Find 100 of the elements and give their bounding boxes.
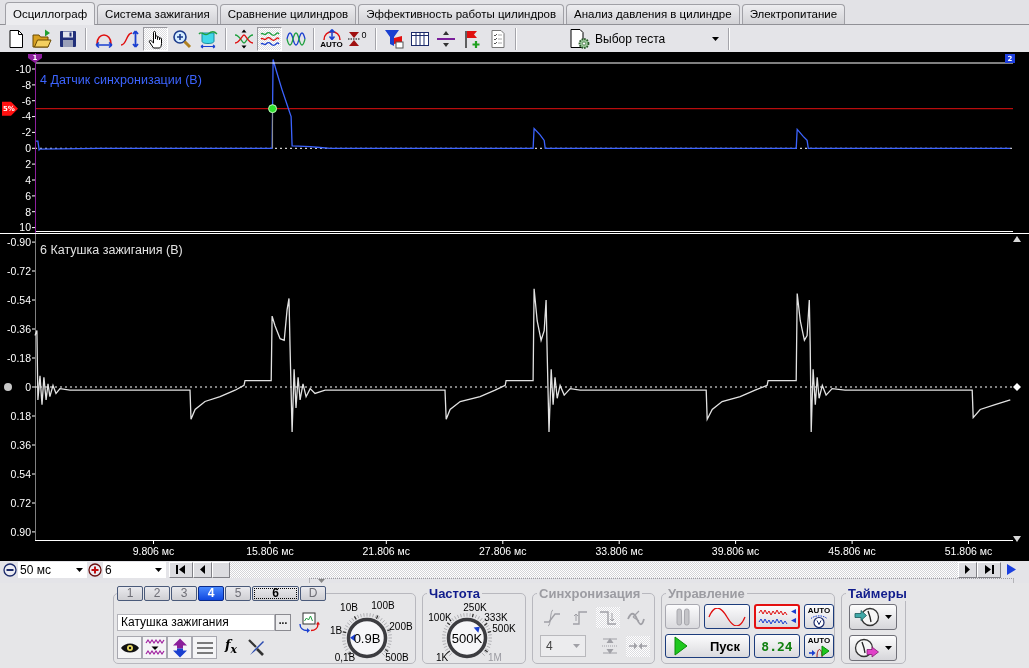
scroll-end-button[interactable] xyxy=(977,561,1001,578)
arc-vertical-arrow-icon xyxy=(321,28,342,40)
tab[interactable]: Анализ давления в цилиндре xyxy=(566,4,740,24)
tool-button[interactable] xyxy=(117,636,142,659)
toolbar-button[interactable] xyxy=(143,26,168,51)
clock-arrow-icon xyxy=(854,607,880,627)
tab[interactable]: Система зажигания xyxy=(97,4,218,24)
scale-label: 500В xyxy=(385,651,409,663)
scale-label: 500K xyxy=(492,622,516,634)
monitor-arrows-icon xyxy=(298,611,320,634)
curve-arrow-icon xyxy=(119,28,140,49)
scale-label: 1В xyxy=(329,624,343,636)
offset-marker-icon[interactable] xyxy=(4,383,12,391)
y-axis-label: 4 xyxy=(25,173,31,186)
toolbar-button[interactable]: AUTO xyxy=(319,26,344,51)
y-axis-label: 6 xyxy=(25,189,31,202)
gauge-icon xyxy=(809,614,829,628)
scale-label: 1M xyxy=(488,651,502,663)
noise-waves-icon xyxy=(757,606,797,627)
y-axis-label: 8 xyxy=(25,205,31,218)
scale-label: 250K xyxy=(463,601,487,613)
pause-icon xyxy=(675,606,690,627)
tools-icon xyxy=(246,637,266,658)
x-axis-label: 33.806 мс xyxy=(595,545,643,557)
caret-icon xyxy=(885,646,892,650)
x-axis-label: 15.806 мс xyxy=(246,545,294,557)
scale-label: 200В xyxy=(389,620,413,632)
test-select-dropdown[interactable]: Выбор теста xyxy=(521,26,724,51)
clock-arrow-icon xyxy=(854,638,880,658)
group-title: Управление xyxy=(667,586,746,601)
funnel-icon xyxy=(383,28,404,49)
y-axis-label: 0.72 xyxy=(10,496,31,509)
tab[interactable]: Электропитание xyxy=(741,4,846,24)
group-title: Синхронизация xyxy=(538,586,642,601)
channel-name-field[interactable]: Катушка зажигания xyxy=(117,614,275,631)
dial-value: 0.9В xyxy=(353,630,381,646)
folder-icon xyxy=(31,28,52,49)
timer-button[interactable] xyxy=(849,635,897,661)
slope-icon xyxy=(542,607,562,628)
browse-button[interactable]: ... xyxy=(275,614,291,631)
timebase-dropdown[interactable]: 50 мс xyxy=(18,561,87,578)
scale-label: 333K xyxy=(484,611,508,623)
play-icon xyxy=(1006,564,1016,575)
triangle-right-icon xyxy=(965,565,970,574)
y-axis-label: -4 xyxy=(21,110,31,123)
channel-button[interactable]: 4 xyxy=(198,586,224,601)
x-axis-label: 45.806 мс xyxy=(828,545,876,557)
scale-label: 10В xyxy=(340,601,358,613)
x-axis-label: 21.806 мс xyxy=(362,545,411,557)
arrow-play-icon xyxy=(808,644,830,657)
sine-wave-icon xyxy=(707,607,747,626)
y-axis-label: -6 xyxy=(21,94,31,107)
tool-button[interactable] xyxy=(167,636,192,659)
channel-label: 6 Катушка зажигания (В) xyxy=(40,243,183,257)
triangle-left-icon xyxy=(200,565,205,574)
y-axis-label: -0.72 xyxy=(7,264,31,277)
caret-icon xyxy=(155,567,162,572)
skip-start-icon xyxy=(176,565,186,574)
crossing-waves-icon xyxy=(233,28,254,49)
scrollbar-thumb[interactable] xyxy=(212,561,230,578)
scale-label: 100K xyxy=(428,611,452,623)
dial-value: 500K xyxy=(451,630,483,646)
y-axis-label: -0.18 xyxy=(7,351,31,364)
scroll-right-button[interactable] xyxy=(958,561,977,578)
play-icon xyxy=(674,636,688,656)
scroll-up-icon[interactable] xyxy=(1013,236,1021,242)
tool-button[interactable]: f$_{x}$ xyxy=(220,636,242,659)
x-axis-label: 39.806 мс xyxy=(711,545,760,557)
scroll-down-icon[interactable] xyxy=(1013,536,1021,542)
tab[interactable]: Эффективность работы цилиндров xyxy=(358,4,565,24)
x-axis-label: 9.806 мс xyxy=(132,545,175,557)
scale-label: 1K xyxy=(435,651,449,663)
y-axis-label: -10 xyxy=(15,62,31,75)
y-axis-label: 0 xyxy=(25,380,31,393)
expand-arrows-icon xyxy=(600,636,620,656)
toolbar-button[interactable]: 0 xyxy=(345,26,370,51)
caret-icon xyxy=(573,644,580,648)
zero-level-icon[interactable] xyxy=(1013,383,1021,391)
trigger-point-icon[interactable] xyxy=(268,104,278,114)
y-axis-label: 0.36 xyxy=(10,438,31,451)
tab[interactable]: Осциллограф xyxy=(5,2,96,25)
tab[interactable]: Сравнение цилиндров xyxy=(219,4,357,24)
group-title: Частота xyxy=(428,586,481,601)
y-axis-label: 0.90 xyxy=(10,525,31,538)
caret-icon xyxy=(76,567,83,572)
y-axis-label: 2 xyxy=(25,157,31,170)
skip-end-icon xyxy=(984,565,994,574)
timer-button[interactable] xyxy=(849,604,897,630)
cursor-line[interactable] xyxy=(35,53,36,233)
channel-dropdown[interactable]: 6 xyxy=(103,561,166,578)
wave-bracket-icon xyxy=(197,28,218,49)
group-title: Таймеры xyxy=(847,586,908,601)
y-axis-label: -2 xyxy=(21,126,31,139)
y-axis-label: 0 xyxy=(25,142,31,155)
y-axis-label: -0.90 xyxy=(7,235,31,248)
caret-icon xyxy=(712,36,719,41)
y-axis-label: 10 xyxy=(19,221,31,233)
scroll-left-button[interactable] xyxy=(193,561,212,578)
zoom-in-icon xyxy=(171,28,192,49)
scroll-start-button[interactable] xyxy=(169,561,193,578)
